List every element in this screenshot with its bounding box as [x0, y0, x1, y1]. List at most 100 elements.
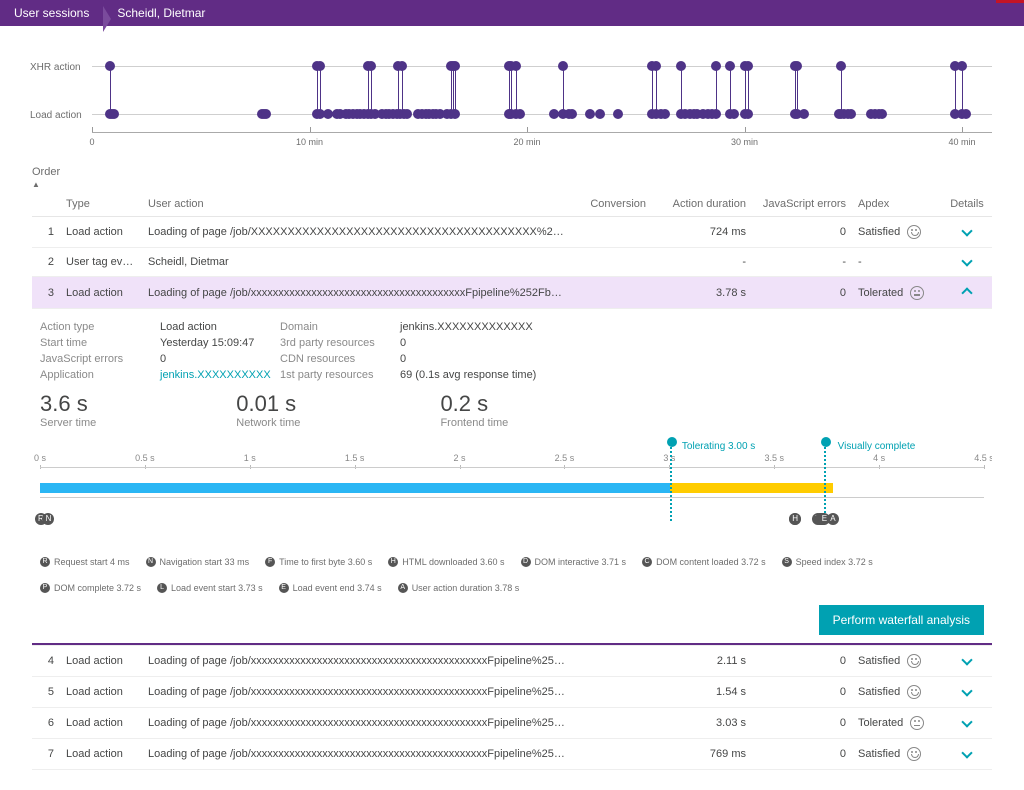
- chart-point[interactable]: [711, 109, 721, 119]
- chart-point[interactable]: [799, 109, 809, 119]
- legend-item: CDOM content loaded 3.72 s: [642, 557, 766, 567]
- chart-point[interactable]: [558, 61, 568, 71]
- expand-toggle-icon[interactable]: [961, 747, 972, 758]
- col-user-action[interactable]: User action: [142, 192, 572, 217]
- chart-point[interactable]: [676, 61, 686, 71]
- apdex-face-icon: [907, 747, 921, 761]
- col-js-errors[interactable]: JavaScript errors: [752, 192, 852, 217]
- chart-point[interactable]: [660, 109, 670, 119]
- chart-point[interactable]: [729, 109, 739, 119]
- chart-point[interactable]: [725, 61, 735, 71]
- expand-toggle-icon[interactable]: [961, 685, 972, 696]
- row-apdex: Satisfied: [852, 677, 942, 708]
- chart-point[interactable]: [743, 109, 753, 119]
- chart-point[interactable]: [450, 109, 460, 119]
- legend-item: SSpeed index 3.72 s: [782, 557, 873, 567]
- table-row[interactable]: 1 Load action Loading of page /job/XXXXX…: [32, 217, 992, 248]
- row-user-action: Loading of page /job/xxxxxxxxxxxxxxxxxxx…: [142, 677, 572, 708]
- row-js-errors: -: [752, 248, 852, 277]
- row-type: Load action: [60, 677, 142, 708]
- row-user-action: Loading of page /job/xxxxxxxxxxxxxxxxxxx…: [142, 646, 572, 677]
- chart-point[interactable]: [511, 61, 521, 71]
- table-row[interactable]: 2 User tag ev… Scheidl, Dietmar - - -: [32, 248, 992, 277]
- legend-item: LLoad event start 3.73 s: [157, 583, 263, 593]
- breadcrumb-user-sessions[interactable]: User sessions: [8, 6, 95, 20]
- table-row[interactable]: 5 Load action Loading of page /job/xxxxx…: [32, 677, 992, 708]
- row-apdex: Tolerated: [852, 277, 942, 309]
- row-duration: -: [652, 248, 752, 277]
- timing-breakdown[interactable]: 0 s0.5 s1 s1.5 s2 s2.5 s3 s3.5 s4 s4.5 s…: [40, 443, 984, 553]
- waterfall-analysis-button[interactable]: Perform waterfall analysis: [819, 605, 984, 635]
- chart-point[interactable]: [613, 109, 623, 119]
- chart-point[interactable]: [585, 109, 595, 119]
- row-type: Load action: [60, 739, 142, 770]
- chart-point[interactable]: [651, 61, 661, 71]
- col-conversion[interactable]: Conversion: [572, 192, 652, 217]
- row-js-errors: 0: [752, 217, 852, 248]
- chart-point[interactable]: [109, 109, 119, 119]
- legend-item: PDOM complete 3.72 s: [40, 583, 141, 593]
- xtick: 40 min: [948, 137, 975, 147]
- row-index: 7: [32, 739, 60, 770]
- row-user-action: Loading of page /job/xxxxxxxxxxxxxxxxxxx…: [142, 277, 572, 309]
- table-row[interactable]: 4 Load action Loading of page /job/xxxxx…: [32, 646, 992, 677]
- row-type: User tag ev…: [60, 248, 142, 277]
- chart-point[interactable]: [711, 61, 721, 71]
- chart-point[interactable]: [366, 61, 376, 71]
- axis-load: [92, 114, 992, 115]
- chart-point[interactable]: [567, 109, 577, 119]
- xtick: 30 min: [731, 137, 758, 147]
- apdex-face-icon: [907, 685, 921, 699]
- application-link[interactable]: jenkins.XXXXXXXXXX: [160, 369, 270, 381]
- table-row[interactable]: 7 Load action Loading of page /job/xxxxx…: [32, 739, 992, 770]
- chart-point[interactable]: [515, 109, 525, 119]
- timing-marker-H[interactable]: H: [789, 513, 801, 525]
- col-details[interactable]: Details: [942, 192, 992, 217]
- expand-toggle-icon[interactable]: [961, 225, 972, 236]
- session-timeline-chart[interactable]: XHR action Load action 010 min20 min30 m…: [32, 32, 992, 152]
- expand-toggle-icon[interactable]: [961, 255, 972, 266]
- chart-point[interactable]: [261, 109, 271, 119]
- expand-toggle-icon[interactable]: [961, 287, 972, 298]
- row-apdex: Satisfied: [852, 739, 942, 770]
- table-row[interactable]: 6 Load action Loading of page /job/xxxxx…: [32, 708, 992, 739]
- chart-point[interactable]: [877, 109, 887, 119]
- row-apdex: Tolerated: [852, 708, 942, 739]
- marker-tolerating: Tolerating 3.00 s: [682, 441, 755, 452]
- row-index: 2: [32, 248, 60, 277]
- row-index: 5: [32, 677, 60, 708]
- frontend-time-value: 0.2 s: [440, 391, 508, 417]
- col-apdex[interactable]: Apdex: [852, 192, 942, 217]
- timing-marker-N[interactable]: N: [42, 513, 54, 525]
- xtick: 10 min: [296, 137, 323, 147]
- chart-point[interactable]: [402, 109, 412, 119]
- chart-point[interactable]: [595, 109, 605, 119]
- chart-point[interactable]: [792, 61, 802, 71]
- col-action-duration[interactable]: Action duration: [652, 192, 752, 217]
- table-row[interactable]: 3 Load action Loading of page /job/xxxxx…: [32, 277, 992, 309]
- chart-point[interactable]: [743, 61, 753, 71]
- chart-point[interactable]: [315, 61, 325, 71]
- sort-asc-icon: ▲: [32, 180, 40, 189]
- row-duration: 724 ms: [652, 217, 752, 248]
- chart-point[interactable]: [846, 109, 856, 119]
- row-duration: 769 ms: [652, 739, 752, 770]
- chart-point[interactable]: [836, 61, 846, 71]
- chart-point[interactable]: [957, 61, 967, 71]
- xtick: 20 min: [513, 137, 540, 147]
- chart-point[interactable]: [105, 61, 115, 71]
- chart-point[interactable]: [397, 61, 407, 71]
- server-time-value: 3.6 s: [40, 391, 96, 417]
- expand-toggle-icon[interactable]: [961, 716, 972, 727]
- chart-point[interactable]: [450, 61, 460, 71]
- order-header[interactable]: Order▲: [32, 166, 992, 190]
- row-duration: 1.54 s: [652, 677, 752, 708]
- chart-point[interactable]: [961, 109, 971, 119]
- col-type[interactable]: Type: [60, 192, 142, 217]
- timing-marker-A[interactable]: A: [827, 513, 839, 525]
- row-js-errors: 0: [752, 677, 852, 708]
- kv-key: Action type: [40, 321, 150, 333]
- axis-xhr: [92, 66, 992, 67]
- expand-toggle-icon[interactable]: [961, 654, 972, 665]
- network-time-value: 0.01 s: [236, 391, 300, 417]
